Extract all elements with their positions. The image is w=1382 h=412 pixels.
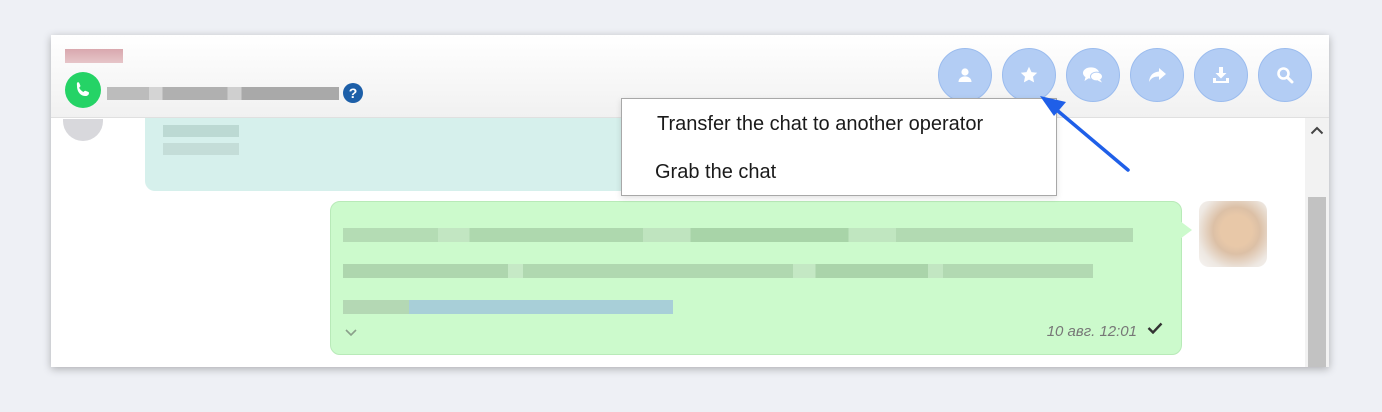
outgoing-bubble-tail bbox=[1180, 221, 1192, 239]
menu-item-grab-chat[interactable]: Grab the chat bbox=[655, 161, 776, 184]
user-icon[interactable] bbox=[938, 48, 992, 102]
menu-item-transfer-chat[interactable]: Transfer the chat to another operator bbox=[657, 113, 983, 136]
scrollbar[interactable] bbox=[1305, 117, 1329, 367]
star-menu-dropdown: Transfer the chat to another operator Gr… bbox=[621, 98, 1057, 196]
download-icon[interactable] bbox=[1194, 48, 1248, 102]
outgoing-message: 10 авг. 12:01 bbox=[330, 201, 1182, 355]
incoming-avatar bbox=[63, 119, 103, 141]
checkmark-icon bbox=[1147, 321, 1163, 339]
scroll-thumb[interactable] bbox=[1308, 197, 1326, 367]
search-icon[interactable] bbox=[1258, 48, 1312, 102]
contact-name-redacted bbox=[65, 49, 123, 63]
chat-bubbles-icon[interactable] bbox=[1066, 48, 1120, 102]
message-timestamp: 10 авг. 12:01 bbox=[1046, 323, 1137, 340]
forward-arrow-icon[interactable] bbox=[1130, 48, 1184, 102]
operator-avatar bbox=[1199, 201, 1267, 267]
star-icon[interactable] bbox=[1002, 48, 1056, 102]
chat-window: 10 авг. 12:01 ? bbox=[51, 35, 1329, 367]
message-menu-chevron-icon[interactable] bbox=[345, 324, 357, 342]
whatsapp-icon bbox=[65, 72, 101, 108]
contact-phone-redacted bbox=[107, 87, 339, 100]
scroll-up-chevron-icon[interactable] bbox=[1305, 117, 1329, 143]
help-icon[interactable]: ? bbox=[343, 83, 363, 103]
